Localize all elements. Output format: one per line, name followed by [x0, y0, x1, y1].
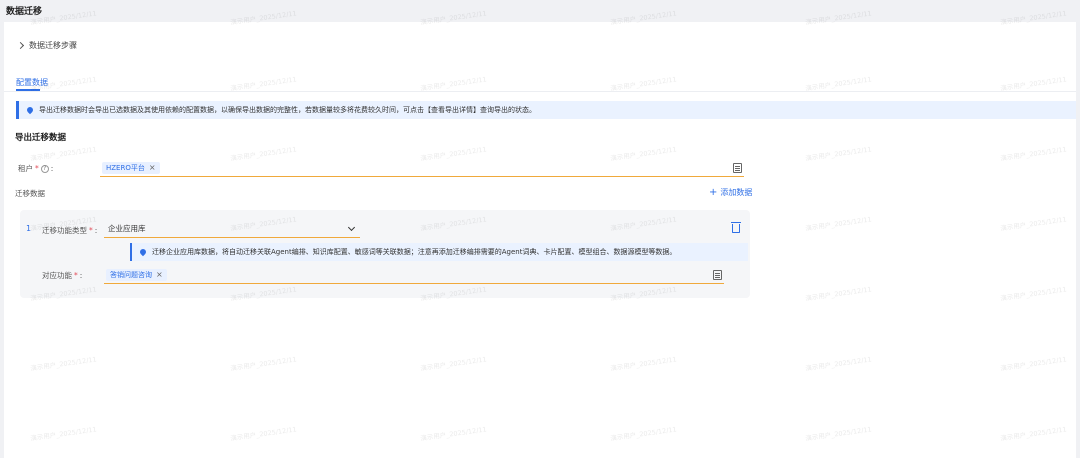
- label-colon: :: [94, 226, 98, 235]
- delete-icon[interactable]: [731, 222, 741, 233]
- chevron-right-icon: [16, 41, 25, 50]
- chevron-down-icon: [347, 223, 356, 232]
- function-tag: 答销问题咨询 ×: [106, 268, 167, 281]
- main-panel: 数据迁移步骤 配置数据 导出迁移数据时会导出已选数据及其使用依赖的配置数据，以确…: [4, 22, 1076, 458]
- migration-data-label: 迁移数据: [15, 189, 45, 198]
- list-icon[interactable]: [733, 163, 742, 173]
- tenant-label: 租户 * ? :: [18, 163, 53, 174]
- list-icon[interactable]: [713, 270, 722, 280]
- label-colon: :: [79, 271, 83, 280]
- info-banner: 导出迁移数据时会导出已选数据及其使用依赖的配置数据，以确保导出数据的完整性，若数…: [16, 101, 1076, 119]
- steps-collapse[interactable]: 数据迁移步骤: [16, 40, 77, 51]
- tab-config-data[interactable]: 配置数据: [16, 77, 48, 88]
- corresponding-function-label-text: 对应功能: [42, 271, 72, 280]
- function-type-value: 企业应用库: [108, 224, 146, 233]
- close-icon[interactable]: ×: [149, 163, 156, 172]
- function-tag-label: 答销问题咨询: [110, 270, 152, 279]
- function-type-label-text: 迁移功能类型: [42, 226, 87, 235]
- item-info-banner: 迁移企业应用库数据，将自动迁移关联Agent编排、知识库配置、敏感词等关联数据；…: [130, 243, 748, 261]
- tenant-label-text: 租户: [18, 164, 33, 173]
- location-pin-icon: [138, 247, 148, 257]
- item-info-text: 迁移企业应用库数据，将自动迁移关联Agent编排、知识库配置、敏感词等关联数据；…: [152, 248, 677, 256]
- add-data-button[interactable]: + 添加数据: [709, 187, 752, 198]
- required-mark: *: [74, 271, 78, 280]
- corresponding-function-label: 对应功能 * :: [42, 270, 82, 281]
- tenant-tag-label: HZERO平台: [106, 163, 145, 172]
- help-icon[interactable]: ?: [40, 164, 49, 173]
- close-icon[interactable]: ×: [156, 270, 163, 279]
- function-type-select[interactable]: 企业应用库: [104, 220, 360, 238]
- function-type-label: 迁移功能类型 * :: [42, 225, 97, 236]
- tenant-select[interactable]: HZERO平台 ×: [100, 159, 744, 177]
- required-mark: *: [89, 226, 93, 235]
- info-text: 导出迁移数据时会导出已选数据及其使用依赖的配置数据，以确保导出数据的完整性，若数…: [39, 106, 536, 114]
- export-section-title: 导出迁移数据: [15, 133, 67, 143]
- item-index: 1: [26, 224, 32, 233]
- label-colon: :: [50, 164, 54, 173]
- required-mark: *: [35, 164, 39, 173]
- tab-divider: [4, 91, 1076, 92]
- steps-label: 数据迁移步骤: [29, 41, 77, 50]
- add-data-label: 添加数据: [720, 188, 753, 197]
- page-title: 数据迁移: [6, 7, 43, 17]
- corresponding-function-select[interactable]: 答销问题咨询 ×: [104, 266, 724, 284]
- plus-icon: +: [709, 187, 718, 198]
- tenant-tag: HZERO平台 ×: [102, 161, 160, 174]
- location-pin-icon: [25, 105, 35, 115]
